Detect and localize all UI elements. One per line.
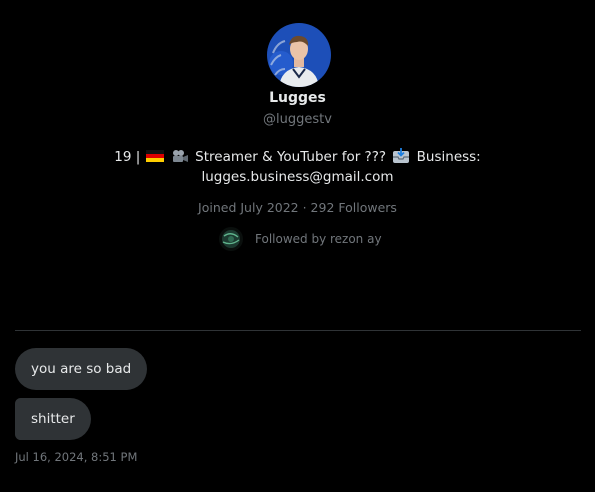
movie-camera-icon	[171, 149, 189, 163]
profile-handle: @luggestv	[263, 112, 332, 127]
message-timestamp: Jul 16, 2024, 8:51 PM	[15, 450, 138, 464]
joined-followers: Joined July 2022 · 292 Followers	[198, 200, 397, 215]
followed-by-text: Followed by rezon ay	[255, 232, 382, 246]
profile-name[interactable]: Lugges	[0, 89, 595, 107]
profile-bio: 19 | Streamer & YouTuber for ??? Busines…	[100, 147, 495, 187]
bio-prefix: 19 |	[114, 149, 141, 165]
message-bubble[interactable]: you are so bad	[15, 348, 148, 390]
germany-flag-icon	[145, 148, 164, 162]
followed-by[interactable]: Followed by rezon ay	[219, 227, 382, 251]
follower-avatar	[219, 227, 243, 251]
message-bubble[interactable]: shitter	[15, 398, 91, 440]
bio-text-1: Streamer & YouTuber for ???	[195, 149, 387, 165]
bio-email: lugges.business@gmail.com	[201, 169, 394, 185]
inbox-tray-icon	[392, 148, 410, 164]
divider	[15, 330, 581, 331]
profile-avatar[interactable]	[267, 23, 331, 87]
bio-text-2: Business:	[416, 149, 481, 165]
